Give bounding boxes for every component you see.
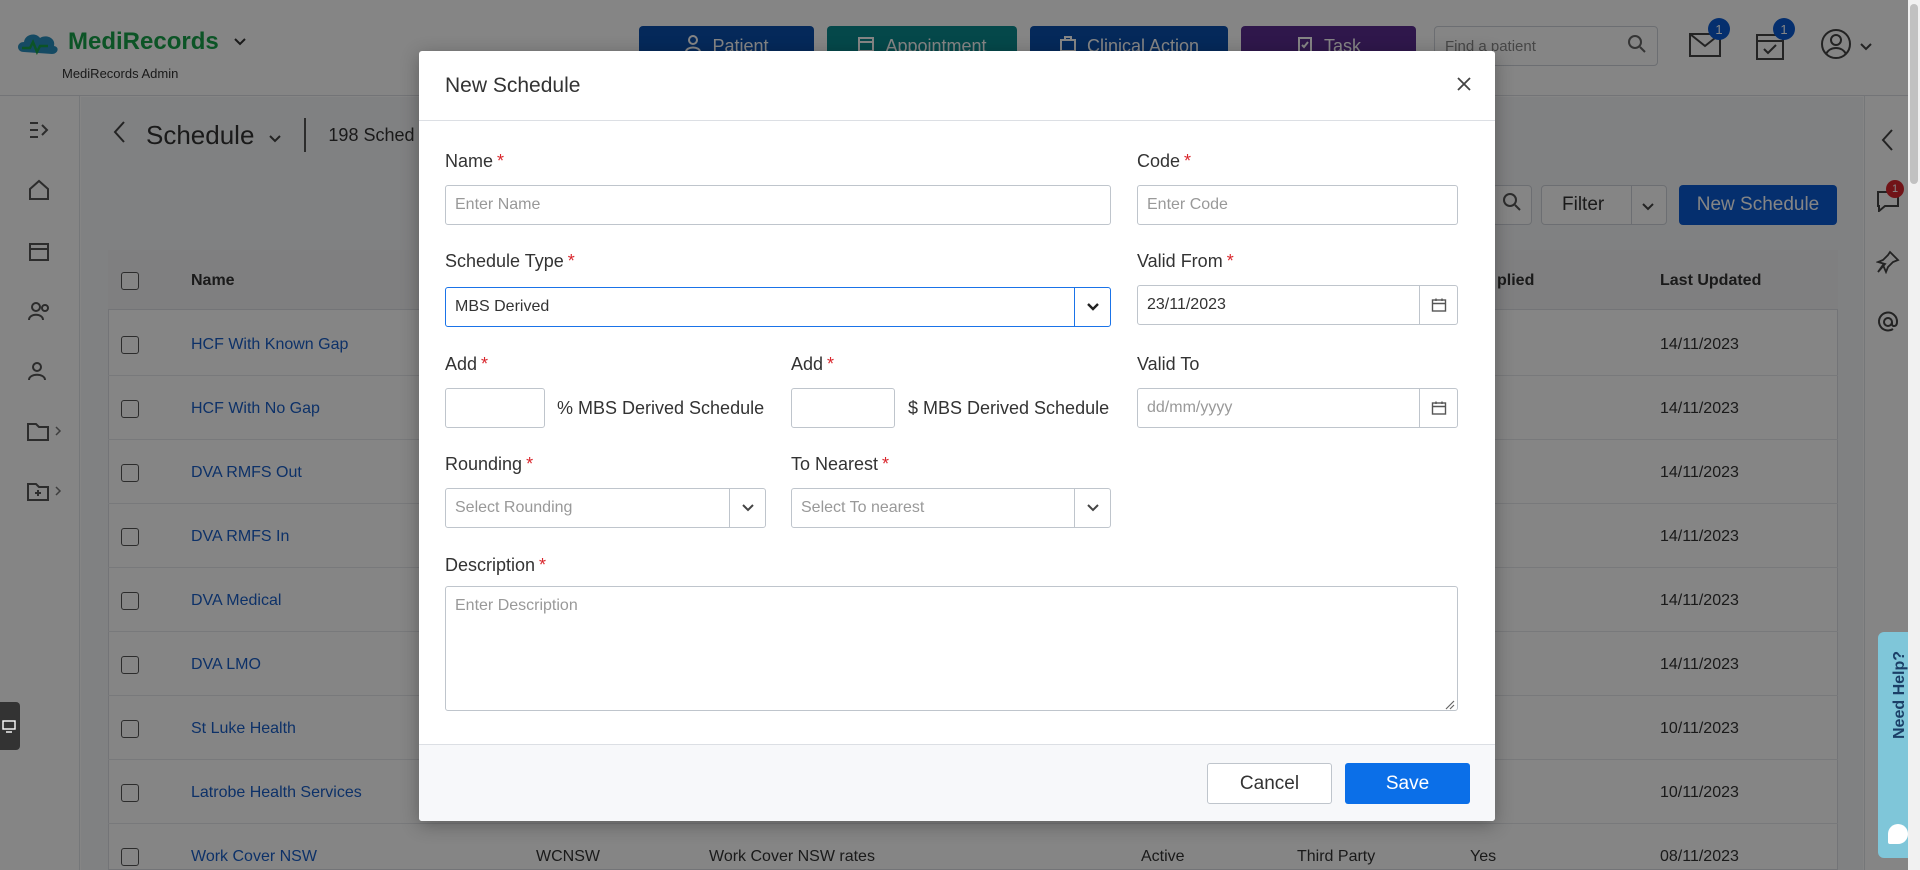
code-placeholder: Enter Code [1147, 196, 1228, 213]
dialog-footer [419, 745, 1495, 821]
add-percent-suffix: % MBS Derived Schedule [557, 398, 765, 418]
chevron-down-icon[interactable] [729, 489, 765, 527]
rounding-placeholder: Select Rounding [455, 499, 573, 516]
valid-from-label: Valid From * [1137, 251, 1234, 271]
save-button[interactable]: Save [1345, 763, 1470, 804]
cancel-button[interactable]: Cancel [1207, 763, 1332, 804]
add-percent-label: Add * [445, 354, 489, 374]
to-nearest-placeholder: Select To nearest [801, 499, 925, 516]
to-nearest-label: To Nearest * [791, 454, 890, 474]
monitor-icon [2, 719, 16, 736]
calendar-icon[interactable] [1419, 389, 1457, 427]
dialog-header-divider [419, 120, 1495, 121]
add-dollar-suffix: $ MBS Derived Schedule [908, 398, 1110, 418]
dialog-title: New Schedule [445, 74, 581, 97]
schedule-type-label: Schedule Type * [445, 251, 575, 271]
name-label: Name * [445, 151, 505, 171]
valid-from-input[interactable]: 23/11/2023 [1137, 285, 1458, 325]
description-placeholder: Enter Description [455, 597, 578, 614]
description-textarea[interactable]: Enter Description [445, 586, 1458, 711]
calendar-icon[interactable] [1419, 286, 1457, 324]
resize-handle-icon[interactable] [1444, 697, 1455, 713]
description-label: Description * [445, 555, 547, 575]
rounding-label: Rounding * [445, 454, 534, 474]
scrollbar-thumb[interactable] [1910, 4, 1918, 184]
valid-to-input[interactable]: dd/mm/yyyy [1137, 388, 1458, 428]
chat-bubble-icon [1888, 824, 1908, 844]
valid-from-value: 23/11/2023 [1147, 296, 1226, 313]
to-nearest-select[interactable]: Select To nearest [791, 488, 1111, 528]
chevron-down-icon[interactable] [1074, 288, 1110, 326]
valid-to-label: Valid To [1137, 354, 1200, 374]
need-help-label: Need Help? [1891, 650, 1908, 739]
schedule-type-select[interactable]: MBS Derived [445, 287, 1111, 327]
rounding-select[interactable]: Select Rounding [445, 488, 766, 528]
valid-to-placeholder: dd/mm/yyyy [1147, 399, 1233, 416]
close-icon[interactable] [1452, 72, 1476, 96]
add-dollar-label: Add * [791, 354, 835, 374]
code-label: Code * [1137, 151, 1192, 171]
add-dollar-input[interactable] [791, 388, 895, 428]
add-percent-input[interactable] [445, 388, 545, 428]
code-input[interactable]: Enter Code [1137, 185, 1458, 225]
schedule-type-value: MBS Derived [455, 298, 550, 315]
chevron-down-icon[interactable] [1074, 489, 1110, 527]
name-placeholder: Enter Name [455, 196, 541, 213]
name-input[interactable]: Enter Name [445, 185, 1111, 225]
